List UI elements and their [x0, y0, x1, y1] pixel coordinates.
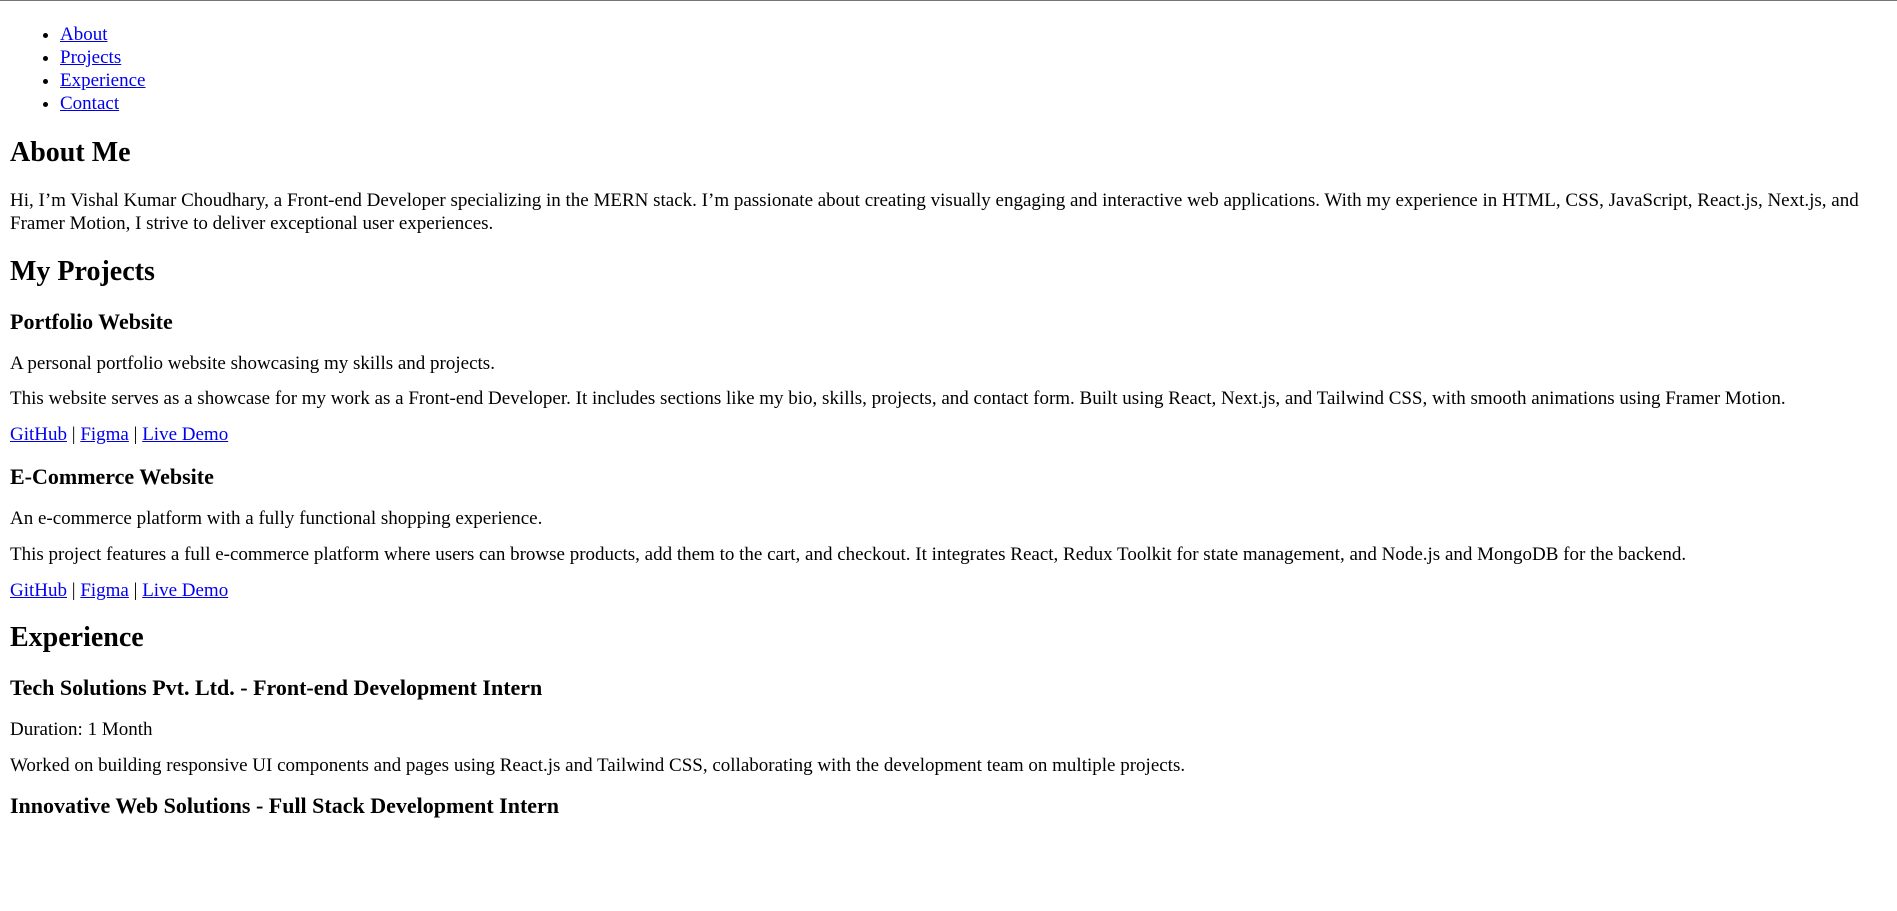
project-item: Portfolio Website A personal portfolio w… [10, 308, 1887, 446]
nav-item-experience: Experience [60, 69, 1887, 92]
nav-item-projects: Projects [60, 46, 1887, 69]
experience-section: Experience Tech Solutions Pvt. Ltd. - Fr… [10, 621, 1887, 819]
nav-item-contact: Contact [60, 92, 1887, 115]
nav-list: About Projects Experience Contact [10, 23, 1887, 115]
nav-link-experience[interactable]: Experience [60, 70, 145, 91]
experience-title: Innovative Web Solutions - Full Stack De… [10, 793, 560, 818]
experience-description: Worked on building responsive UI compone… [10, 755, 1186, 776]
project-title: Portfolio Website [10, 309, 173, 334]
about-text: Hi, I’m Vishal Kumar Choudhary, a Front-… [10, 190, 1859, 234]
project-figma-link[interactable]: Figma [80, 580, 129, 601]
about-heading: About Me [10, 137, 131, 168]
link-separator: | [133, 424, 138, 445]
nav-link-projects[interactable]: Projects [60, 47, 121, 68]
page: About Projects Experience Contact About … [0, 23, 1897, 819]
experience-heading: Experience [10, 622, 144, 653]
experience-title: Tech Solutions Pvt. Ltd. - Front-end Dev… [10, 675, 543, 700]
project-github-link[interactable]: GitHub [10, 424, 67, 445]
about-section: About Me Hi, I’m Vishal Kumar Choudhary,… [10, 136, 1887, 235]
nav-link-about[interactable]: About [60, 24, 108, 45]
project-summary: An e-commerce platform with a fully func… [10, 508, 543, 529]
experience-duration: Duration: 1 Month [10, 719, 153, 740]
project-links: GitHub | Figma | Live Demo [10, 579, 1887, 602]
project-github-link[interactable]: GitHub [10, 580, 67, 601]
project-demo-link[interactable]: Live Demo [142, 580, 228, 601]
nav-link-contact[interactable]: Contact [60, 93, 119, 114]
project-description: This website serves as a showcase for my… [10, 388, 1786, 409]
experience-item: Innovative Web Solutions - Full Stack De… [10, 792, 1887, 819]
main-nav: About Projects Experience Contact [10, 23, 1887, 115]
projects-section: My Projects Portfolio Website A personal… [10, 255, 1887, 602]
link-separator: | [71, 424, 76, 445]
experience-item: Tech Solutions Pvt. Ltd. - Front-end Dev… [10, 674, 1887, 777]
project-title: E-Commerce Website [10, 464, 214, 489]
link-separator: | [133, 580, 138, 601]
project-description: This project features a full e-commerce … [10, 544, 1687, 565]
project-summary: A personal portfolio website showcasing … [10, 353, 495, 374]
project-figma-link[interactable]: Figma [80, 424, 129, 445]
project-item: E-Commerce Website An e-commerce platfor… [10, 463, 1887, 602]
project-links: GitHub | Figma | Live Demo [10, 423, 1887, 446]
nav-item-about: About [60, 23, 1887, 46]
projects-heading: My Projects [10, 256, 155, 287]
link-separator: | [71, 580, 76, 601]
project-demo-link[interactable]: Live Demo [142, 424, 228, 445]
